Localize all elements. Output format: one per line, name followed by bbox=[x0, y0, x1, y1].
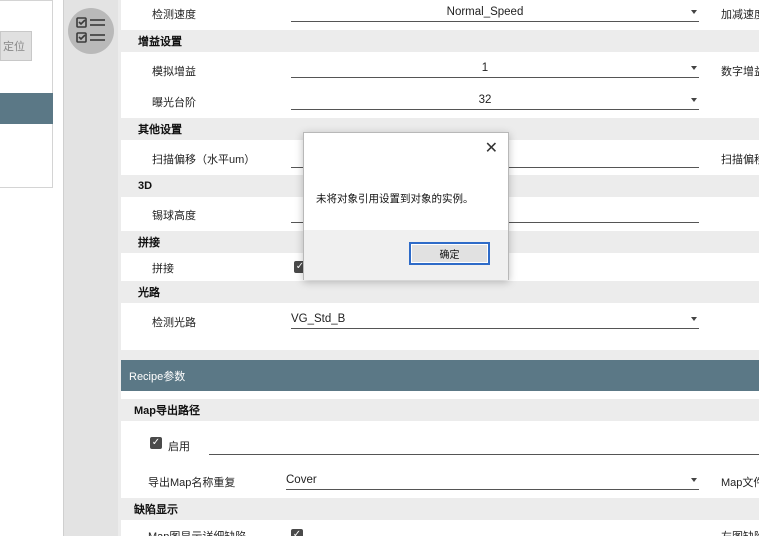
scan-offset-right-label: 扫描偏移 bbox=[721, 154, 759, 166]
map-file-label: Map文件 bbox=[721, 477, 759, 489]
left-selected-item[interactable] bbox=[0, 93, 53, 124]
chevron-down-icon bbox=[691, 10, 697, 14]
map-name-dup-select[interactable]: Cover bbox=[286, 470, 699, 490]
ok-button[interactable]: 确定 bbox=[409, 242, 490, 265]
exposure-steps-value: 32 bbox=[478, 94, 492, 106]
accel-label: 加减速度 bbox=[721, 9, 759, 21]
digital-gain-label: 数字增益 bbox=[721, 66, 759, 78]
left-card: 定位 bbox=[0, 0, 53, 188]
section-light-path: 光路 bbox=[121, 281, 759, 303]
section-defect-display: 缺陷显示 bbox=[121, 498, 759, 520]
map-name-dup-label: 导出Map名称重复 bbox=[148, 477, 236, 489]
left-panel: 定位 bbox=[0, 0, 64, 536]
analog-gain-select[interactable]: 1 bbox=[291, 58, 699, 78]
dialog-footer: 确定 bbox=[304, 230, 508, 280]
bump-height-label: 锡球高度 bbox=[152, 210, 196, 222]
map-path-input[interactable] bbox=[209, 454, 759, 455]
chevron-down-icon bbox=[691, 66, 697, 70]
detect-light-path-select[interactable]: VG_Std_B bbox=[291, 309, 699, 329]
map-enable-checkbox[interactable]: ✓ bbox=[150, 437, 162, 449]
stitch-label: 拼接 bbox=[152, 263, 174, 275]
analog-gain-label: 模拟增益 bbox=[152, 66, 196, 78]
defect-right-label: 左图缺陷 bbox=[721, 528, 759, 536]
exposure-steps-select[interactable]: 32 bbox=[291, 90, 699, 110]
recipe-panel: Recipe参数 Map导出路径 ✓ 启用 导出Map名称重复 Cover Ma… bbox=[121, 360, 759, 536]
recipe-header: Recipe参数 bbox=[121, 360, 759, 391]
scan-offset-label: 扫描偏移（水平um） bbox=[152, 154, 256, 166]
defect-row-label: Map图显示详细缺陷 bbox=[148, 528, 246, 536]
detect-light-path-value: VG_Std_B bbox=[291, 313, 346, 325]
exposure-steps-label: 曝光台阶 bbox=[152, 97, 196, 109]
checklist-icon[interactable] bbox=[68, 8, 114, 54]
section-gain: 增益设置 bbox=[121, 30, 759, 52]
detect-light-path-label: 检测光路 bbox=[152, 317, 196, 329]
locate-button[interactable]: 定位 bbox=[0, 31, 32, 61]
icon-strip bbox=[64, 0, 118, 536]
detect-speed-label: 检测速度 bbox=[152, 9, 196, 21]
close-icon[interactable]: ✕ bbox=[485, 138, 498, 158]
map-name-dup-value: Cover bbox=[286, 474, 317, 486]
chevron-down-icon bbox=[691, 478, 697, 482]
error-dialog: ✕ 未将对象引用设置到对象的实例。 确定 bbox=[303, 132, 509, 280]
error-message: 未将对象引用设置到对象的实例。 bbox=[316, 193, 474, 205]
detect-speed-select[interactable]: Normal_Speed bbox=[291, 2, 699, 22]
defect-detail-checkbox[interactable]: ✓ bbox=[291, 529, 303, 536]
chevron-down-icon bbox=[691, 317, 697, 321]
analog-gain-value: 1 bbox=[481, 62, 489, 74]
map-enable-label: 启用 bbox=[168, 441, 190, 453]
section-map-export: Map导出路径 bbox=[121, 399, 759, 421]
detect-speed-value: Normal_Speed bbox=[446, 6, 524, 18]
chevron-down-icon bbox=[691, 98, 697, 102]
